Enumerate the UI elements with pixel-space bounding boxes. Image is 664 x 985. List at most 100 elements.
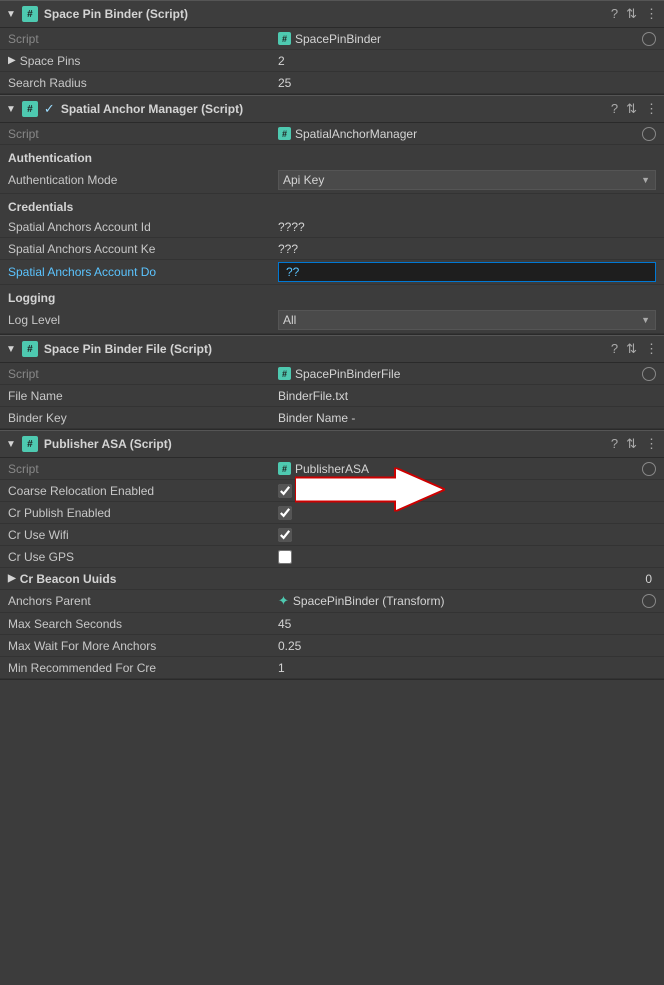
panel-title: Publisher ASA (Script) bbox=[44, 437, 605, 451]
script-label: Script bbox=[8, 127, 278, 141]
script-hash-icon: # bbox=[278, 462, 291, 475]
header-icons: ? ⇅ ⋮ bbox=[611, 101, 658, 117]
cr-gps-checkbox[interactable] bbox=[278, 550, 292, 564]
min-recommended-value[interactable]: 1 bbox=[278, 661, 656, 675]
script-circle-btn[interactable] bbox=[642, 127, 656, 141]
credentials-section-label: Credentials bbox=[0, 194, 664, 216]
script-circle-btn[interactable] bbox=[642, 462, 656, 476]
help-icon[interactable]: ? bbox=[611, 436, 618, 452]
more-icon[interactable]: ⋮ bbox=[645, 6, 658, 22]
publisher-asa-header[interactable]: ▼ # Publisher ASA (Script) ? ⇅ ⋮ bbox=[0, 430, 664, 458]
cr-gps-row: Cr Use GPS bbox=[0, 546, 664, 568]
account-domain-label: Spatial Anchors Account Do bbox=[8, 265, 278, 279]
script-row: Script # SpacePinBinderFile bbox=[0, 363, 664, 385]
binder-key-value[interactable]: Binder Name - bbox=[278, 411, 656, 425]
collapse-triangle[interactable]: ▼ bbox=[6, 9, 16, 20]
cr-wifi-row: Cr Use Wifi bbox=[0, 524, 664, 546]
account-domain-row: Spatial Anchors Account Do bbox=[0, 260, 664, 285]
help-icon[interactable]: ? bbox=[611, 341, 618, 357]
cr-wifi-checkbox[interactable] bbox=[278, 528, 292, 542]
anchor-circle-btn[interactable] bbox=[642, 594, 656, 608]
help-icon[interactable]: ? bbox=[611, 101, 618, 117]
log-level-dropdown[interactable]: All bbox=[278, 310, 656, 330]
more-icon[interactable]: ⋮ bbox=[645, 341, 658, 357]
account-id-label: Spatial Anchors Account Id bbox=[8, 220, 278, 234]
script-label: Script bbox=[8, 367, 278, 381]
hash-icon: # bbox=[22, 436, 38, 452]
more-icon[interactable]: ⋮ bbox=[645, 436, 658, 452]
script-name: SpacePinBinderFile bbox=[295, 367, 400, 381]
collapse-triangle[interactable]: ▼ bbox=[6, 439, 16, 450]
max-search-row: Max Search Seconds 45 bbox=[0, 613, 664, 635]
coarse-relocation-container: Coarse Relocation Enabled bbox=[0, 480, 664, 502]
settings-icon[interactable]: ⇅ bbox=[626, 341, 637, 357]
space-pins-triangle[interactable]: ▶ bbox=[8, 55, 16, 66]
search-radius-label: Search Radius bbox=[8, 76, 278, 90]
space-pin-binder-file-header[interactable]: ▼ # Space Pin Binder File (Script) ? ⇅ ⋮ bbox=[0, 335, 664, 363]
account-key-value[interactable]: ??? bbox=[278, 242, 656, 256]
log-level-row: Log Level All bbox=[0, 307, 664, 334]
script-name: SpacePinBinder bbox=[295, 32, 381, 46]
script-value: # SpatialAnchorManager bbox=[278, 127, 656, 141]
anchors-parent-value: ✦ SpacePinBinder (Transform) bbox=[278, 593, 656, 609]
script-row: Script # SpatialAnchorManager bbox=[0, 123, 664, 145]
file-name-value[interactable]: BinderFile.txt bbox=[278, 389, 656, 403]
script-circle-btn[interactable] bbox=[642, 32, 656, 46]
search-radius-value: 25 bbox=[278, 76, 656, 90]
script-value: # SpacePinBinderFile bbox=[278, 367, 656, 381]
collapse-triangle[interactable]: ▼ bbox=[6, 344, 16, 355]
logging-section-label: Logging bbox=[0, 285, 664, 307]
cr-gps-label: Cr Use GPS bbox=[8, 550, 278, 564]
log-level-select[interactable]: All bbox=[278, 310, 656, 330]
script-name: PublisherASA bbox=[295, 462, 369, 476]
binder-key-row: Binder Key Binder Name - bbox=[0, 407, 664, 429]
coarse-relocation-row: Coarse Relocation Enabled bbox=[0, 480, 664, 502]
cr-wifi-label: Cr Use Wifi bbox=[8, 528, 278, 542]
publisher-asa-panel: ▼ # Publisher ASA (Script) ? ⇅ ⋮ Script … bbox=[0, 430, 664, 680]
beacon-triangle[interactable]: ▶ bbox=[8, 573, 16, 584]
header-icons: ? ⇅ ⋮ bbox=[611, 6, 658, 22]
settings-icon[interactable]: ⇅ bbox=[626, 6, 637, 22]
coarse-relocation-checkbox[interactable] bbox=[278, 484, 292, 498]
script-circle-btn[interactable] bbox=[642, 367, 656, 381]
space-pin-binder-file-content: Script # SpacePinBinderFile File Name Bi… bbox=[0, 363, 664, 429]
account-domain-input[interactable] bbox=[283, 264, 651, 280]
spatial-anchor-manager-content: Script # SpatialAnchorManager Authentica… bbox=[0, 123, 664, 334]
cr-publish-checkbox[interactable] bbox=[278, 506, 292, 520]
log-level-label: Log Level bbox=[8, 313, 278, 327]
max-wait-label: Max Wait For More Anchors bbox=[8, 639, 278, 653]
collapse-triangle[interactable]: ▼ bbox=[6, 104, 16, 115]
auth-mode-label: Authentication Mode bbox=[8, 173, 278, 187]
panel-title: Spatial Anchor Manager (Script) bbox=[61, 102, 605, 116]
account-domain-value[interactable] bbox=[278, 262, 656, 282]
hash-icon: # bbox=[22, 101, 38, 117]
account-id-value[interactable]: ???? bbox=[278, 220, 656, 234]
space-pin-binder-header[interactable]: ▼ # Space Pin Binder (Script) ? ⇅ ⋮ bbox=[0, 0, 664, 28]
script-label: Script bbox=[8, 32, 278, 46]
script-hash-icon: # bbox=[278, 32, 291, 45]
cr-publish-label: Cr Publish Enabled bbox=[8, 506, 278, 520]
publisher-asa-content: Script # PublisherASA Coarse Relocation … bbox=[0, 458, 664, 679]
header-icons: ? ⇅ ⋮ bbox=[611, 436, 658, 452]
more-icon[interactable]: ⋮ bbox=[645, 101, 658, 117]
max-search-value[interactable]: 45 bbox=[278, 617, 656, 631]
space-pins-label: ▶ Space Pins bbox=[8, 54, 278, 68]
spatial-anchor-manager-header[interactable]: ▼ # ✓ Spatial Anchor Manager (Script) ? … bbox=[0, 95, 664, 123]
file-name-label: File Name bbox=[8, 389, 278, 403]
account-key-label: Spatial Anchors Account Ke bbox=[8, 242, 278, 256]
auth-mode-dropdown[interactable]: Api Key bbox=[278, 170, 656, 190]
script-name: SpatialAnchorManager bbox=[295, 127, 417, 141]
cr-publish-row: Cr Publish Enabled bbox=[0, 502, 664, 524]
settings-icon[interactable]: ⇅ bbox=[626, 436, 637, 452]
enabled-checkmark[interactable]: ✓ bbox=[44, 101, 55, 117]
max-wait-value[interactable]: 0.25 bbox=[278, 639, 656, 653]
account-key-row: Spatial Anchors Account Ke ??? bbox=[0, 238, 664, 260]
script-label: Script bbox=[8, 462, 278, 476]
settings-icon[interactable]: ⇅ bbox=[626, 101, 637, 117]
help-icon[interactable]: ? bbox=[611, 6, 618, 22]
cr-beacon-row: ▶ Cr Beacon Uuids 0 bbox=[0, 568, 664, 590]
anchor-icon: ✦ bbox=[278, 593, 289, 609]
panel-title: Space Pin Binder (Script) bbox=[44, 7, 605, 21]
auth-mode-select[interactable]: Api Key bbox=[278, 170, 656, 190]
file-name-row: File Name BinderFile.txt bbox=[0, 385, 664, 407]
